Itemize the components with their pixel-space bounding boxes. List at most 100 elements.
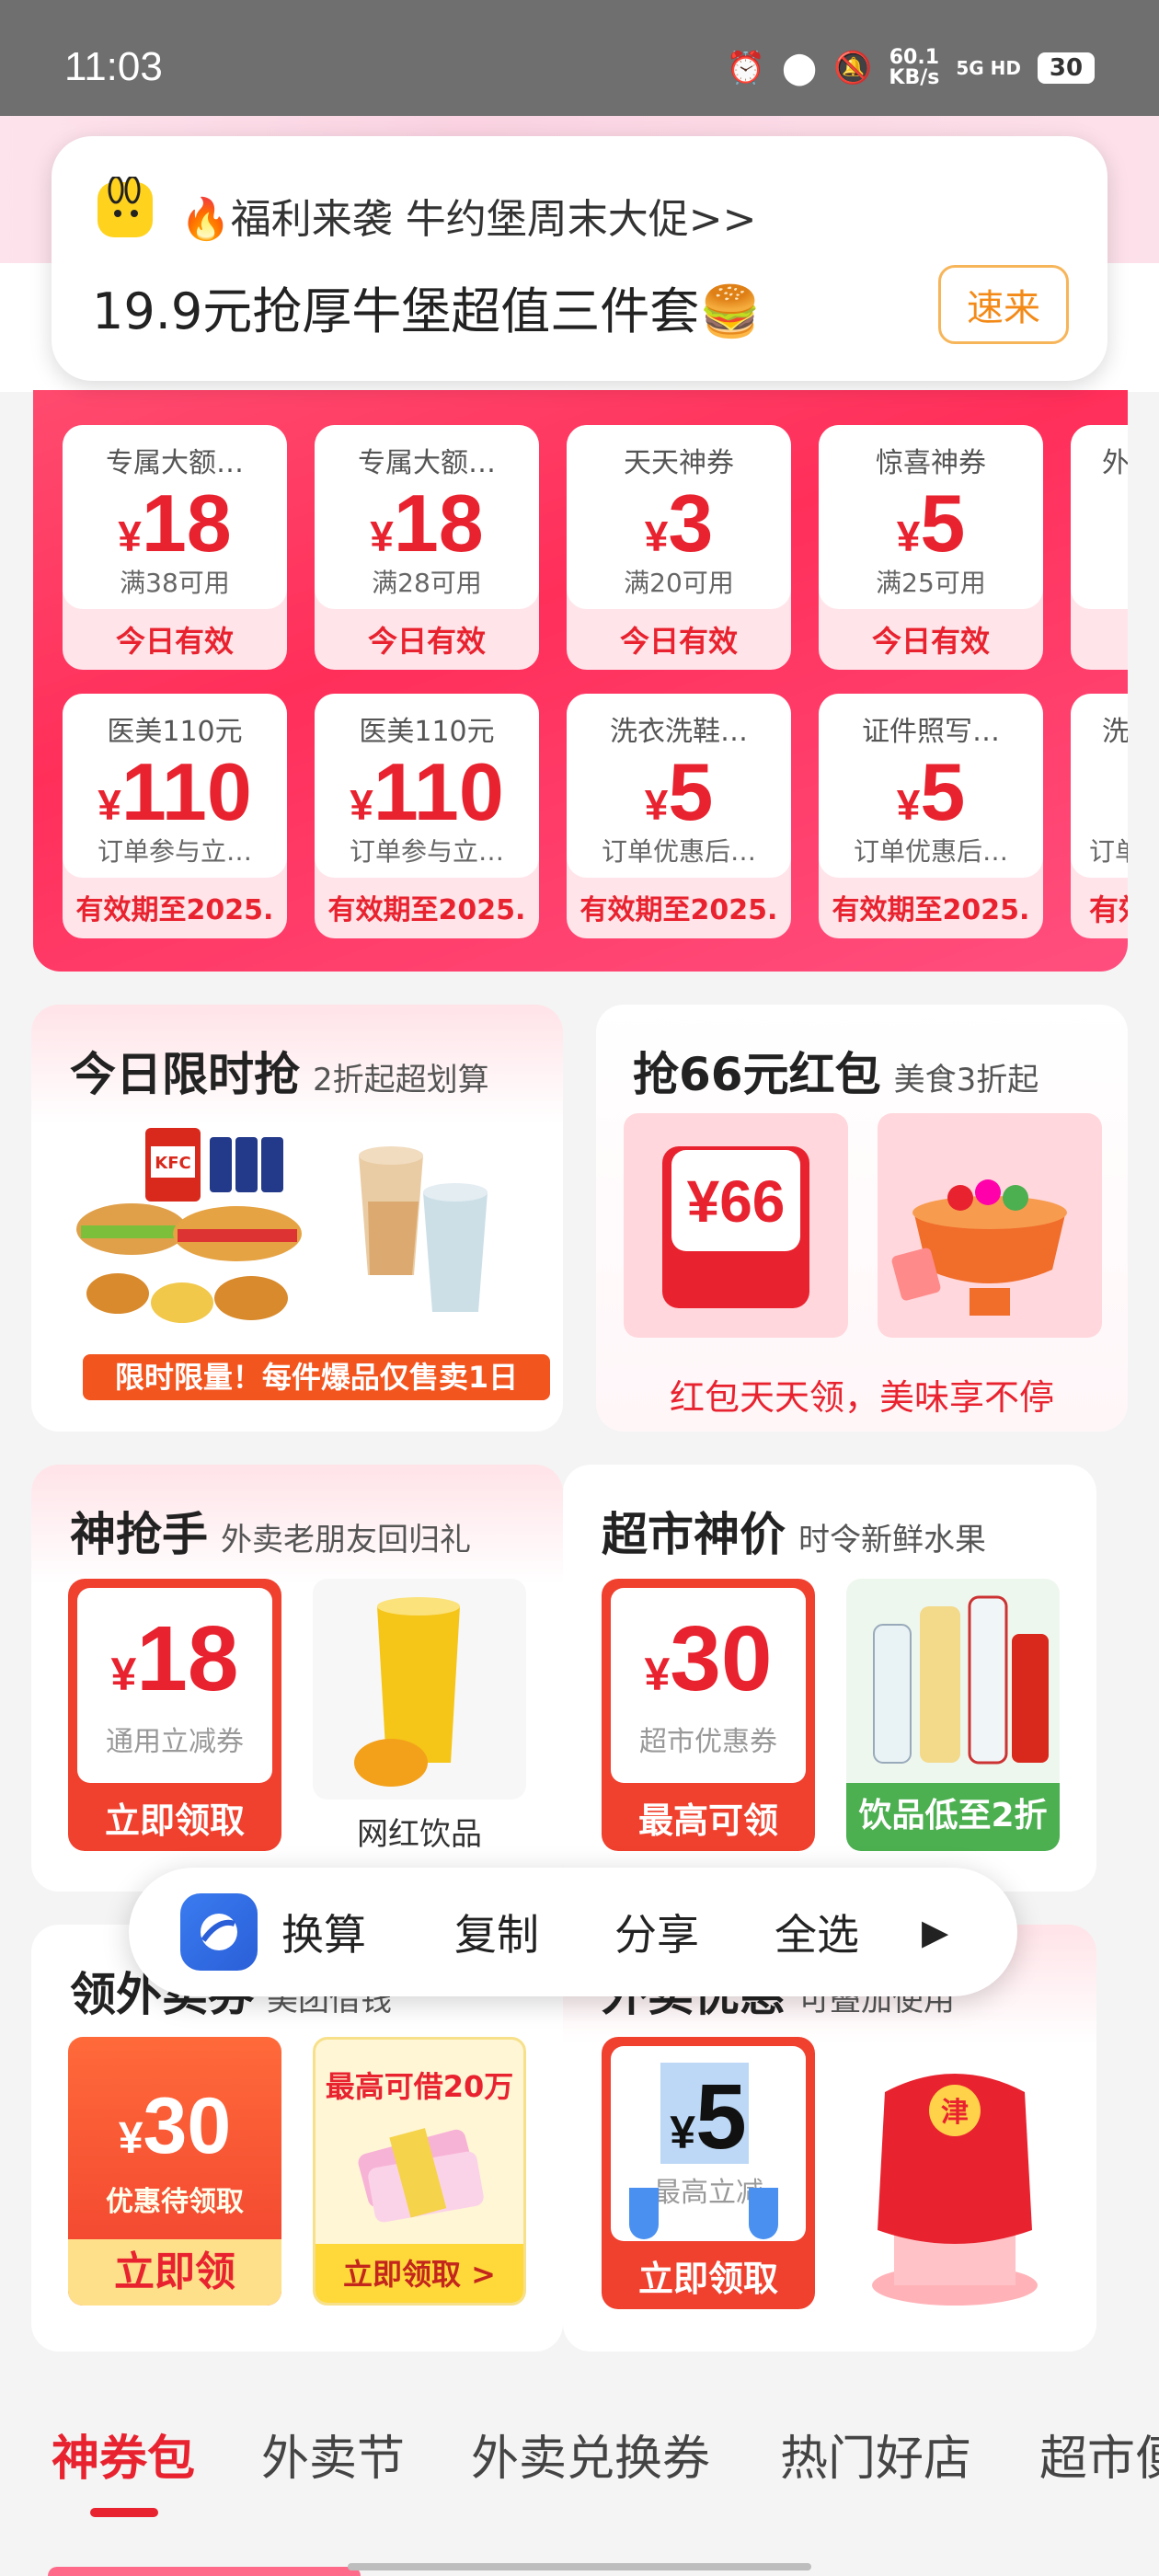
amount-value: 110 [120, 746, 252, 837]
coupon-panel: 专属大额… ¥18 满38可用 今日有效 专属大额… ¥18 满28可用 今日有… [33, 390, 1128, 972]
coupon-amount: ¥5 [819, 477, 1043, 570]
yen-sign: ¥ [118, 2114, 143, 2163]
coupon-title: 惊喜神券 [876, 447, 986, 479]
yen-sign: ¥ [350, 781, 373, 829]
mango-drink-image [313, 1579, 526, 1800]
coupon-title: 医美110元 [359, 716, 495, 748]
status-icons: ⏰ ⬤ 🔕 60.1 KB/s 5G HD 30 [727, 48, 1095, 88]
coupon-condition: 订单优惠后… [601, 836, 756, 867]
hotpot-image [878, 1113, 1102, 1338]
red-packet-card[interactable]: 抢66元红包 美食3折起 ¥66 红包天天领，美味享不停 [596, 1005, 1128, 1432]
coupon-condition: 满38可用 [120, 568, 230, 598]
coupon-amount: ¥30 [611, 1606, 806, 1712]
amount-value: 30 [670, 1607, 773, 1710]
amount-value: 110 [373, 746, 504, 837]
selection-handle-left[interactable] [629, 2188, 659, 2239]
card-title: 今日限时抢 2折起超划算 [70, 1038, 489, 1104]
coupon-condition: 订单优惠后… [853, 836, 1008, 867]
coupon-title: 专属大额… [358, 447, 496, 479]
card-title-text: 神抢手 [70, 1508, 208, 1561]
share-button[interactable]: 分享 [614, 1902, 699, 1962]
takeout-coupon-image[interactable]: ¥30 优惠待领取 立即领 [68, 2037, 281, 2306]
coupon-title: 专属大额… [106, 447, 244, 479]
market-coupon[interactable]: ¥30 超市优惠券 最高可领 [602, 1579, 815, 1851]
copy-button[interactable]: 复制 [454, 1902, 539, 1962]
coupon-card[interactable]: 洗衣洗鞋… ¥5 订单优惠后… 有效期至2025. [567, 694, 791, 938]
coupon-card[interactable]: 专属大额… ¥18 满38可用 今日有效 [63, 425, 287, 670]
discount-coupon[interactable]: ¥5 最高立减 立即领取 [602, 2037, 815, 2309]
status-bar: 11:03 ⏰ ⬤ 🔕 60.1 KB/s 5G HD 30 [0, 0, 1159, 116]
tab-coupon-pack[interactable]: 神券包 [52, 2420, 195, 2489]
flash-sale-card[interactable]: 今日限时抢 2折起超划算 KFC 限时限量！每件爆品仅售卖1日 [31, 1005, 563, 1432]
coupon-title: 洗 [1102, 716, 1128, 748]
coupon-card[interactable]: 医美110元 ¥110 订单参与立… 有效期至2025. [315, 694, 539, 938]
yen-sign: ¥ [670, 2107, 696, 2158]
coupon-validity: 有效期至2025. [580, 894, 778, 926]
loan-promo-image[interactable]: 最高可借20万 立即领取 > [313, 2037, 526, 2306]
yen-sign: ¥ [644, 1649, 671, 1700]
card-subtitle: 2折起超划算 [313, 1062, 489, 1098]
claim-now-button[interactable]: 立即领取 [68, 1792, 281, 1843]
product-label: 网红饮品 [357, 1816, 482, 1853]
promo-notification[interactable]: 🔥福利来袭 牛约堡周末大促>> 19.9元抢厚牛堡超值三件套🍔 速来 [52, 136, 1107, 381]
claim-now-button[interactable]: 立即领取 [602, 2250, 815, 2301]
coupon-condition: 订单 [1089, 836, 1128, 867]
yen-sign: ¥ [118, 512, 142, 560]
coupon-desc: 超市优惠券 [639, 1726, 777, 1758]
coupon-card[interactable]: 证件照写… ¥5 订单优惠后… 有效期至2025. [819, 694, 1043, 938]
card-subtitle: 外卖老朋友回归礼 [221, 1522, 471, 1558]
net-speed: 60.1 KB/s [889, 48, 939, 88]
coupon-card[interactable]: 专属大额… ¥18 满28可用 今日有效 [315, 425, 539, 670]
fried-chicken-meal-image: KFC [63, 1119, 311, 1340]
coupon-amount: ¥5 [819, 745, 1043, 839]
coupon-validity: 今日有效 [619, 624, 738, 659]
convert-button[interactable]: 换算 [281, 1902, 366, 1962]
coupon-validity: 有效期至2025. [327, 894, 526, 926]
select-all-button[interactable]: 全选 [775, 1902, 859, 1962]
convert-app-icon[interactable] [180, 1893, 258, 1971]
iced-drinks-image [313, 1119, 534, 1340]
tab-hot-shops[interactable]: 热门好店 [780, 2420, 971, 2489]
supermarket-card[interactable]: 超市神价 时令新鲜水果 ¥30 超市优惠券 最高可领 饮品低至2折 [563, 1465, 1096, 1892]
coupon-card[interactable]: 惊喜神券 ¥5 满25可用 今日有效 [819, 425, 1043, 670]
home-indicator[interactable] [348, 2563, 811, 2570]
card-title-text: 超市神价 [602, 1508, 786, 1561]
loan-claim-button[interactable]: 立即领取 > [316, 2244, 523, 2303]
kangaroo-logo-icon [98, 177, 153, 237]
amount-value: 5 [668, 746, 714, 837]
coupon-card[interactable]: 天天神券 ¥3 满20可用 今日有效 [567, 425, 791, 670]
beverages-image: 饮品低至2折 [846, 1579, 1060, 1851]
yen-sign: ¥ [896, 781, 921, 829]
more-arrow-icon[interactable]: ▶ [922, 1912, 948, 1952]
alarm-icon: ⏰ [726, 50, 765, 86]
coupon-desc: 优惠待领取 [106, 2186, 244, 2218]
yen-sign: ¥ [370, 512, 394, 560]
coupon-validity: 有效期至2025. [75, 894, 274, 926]
tab-takeout-festival[interactable]: 外卖节 [261, 2420, 405, 2489]
claim-button[interactable]: 立即领 [68, 2239, 281, 2306]
tab-takeout-voucher[interactable]: 外卖兑换券 [471, 2420, 710, 2489]
coupon-title: 洗衣洗鞋… [610, 716, 748, 748]
coupon-card[interactable]: 外 [1071, 425, 1128, 670]
max-claim-button[interactable]: 最高可领 [602, 1792, 815, 1843]
coupon-card[interactable]: 洗 订单 有效 [1071, 694, 1128, 938]
coupon-amount: ¥3 [567, 477, 791, 570]
amount-value: 18 [141, 477, 232, 569]
tab-supermarket[interactable]: 超市便 [1039, 2420, 1159, 2489]
amount-value: 18 [393, 477, 484, 569]
text-selection-toolbar: 换算 复制 分享 全选 ▶ [129, 1868, 1017, 1996]
card-title-text: 今日限时抢 [70, 1048, 300, 1101]
coupon-condition: 满20可用 [624, 568, 734, 598]
come-now-button[interactable]: 速来 [938, 265, 1069, 344]
card-title: 超市神价 时令新鲜水果 [602, 1498, 986, 1564]
super-grabber-card[interactable]: 神抢手 外卖老朋友回归礼 ¥18 通用立减券 立即领取 网红饮品 [31, 1465, 563, 1892]
coupon-amount: ¥5 [611, 2064, 806, 2170]
grabber-coupon[interactable]: ¥18 通用立减券 立即领取 [68, 1579, 281, 1851]
active-tab-indicator [90, 2508, 158, 2517]
coupon-card[interactable]: 医美110元 ¥110 订单参与立… 有效期至2025. [63, 694, 287, 938]
selection-handle-right[interactable] [749, 2188, 778, 2239]
coupon-validity: 今日有效 [367, 624, 486, 659]
notification-headline: 🔥福利来袭 牛约堡周末大促>> [180, 196, 757, 243]
coupon-title: 医美110元 [107, 716, 243, 748]
category-tabs: 神券包 外卖节 外卖兑换券 热门好店 超市便 [0, 2392, 1159, 2576]
